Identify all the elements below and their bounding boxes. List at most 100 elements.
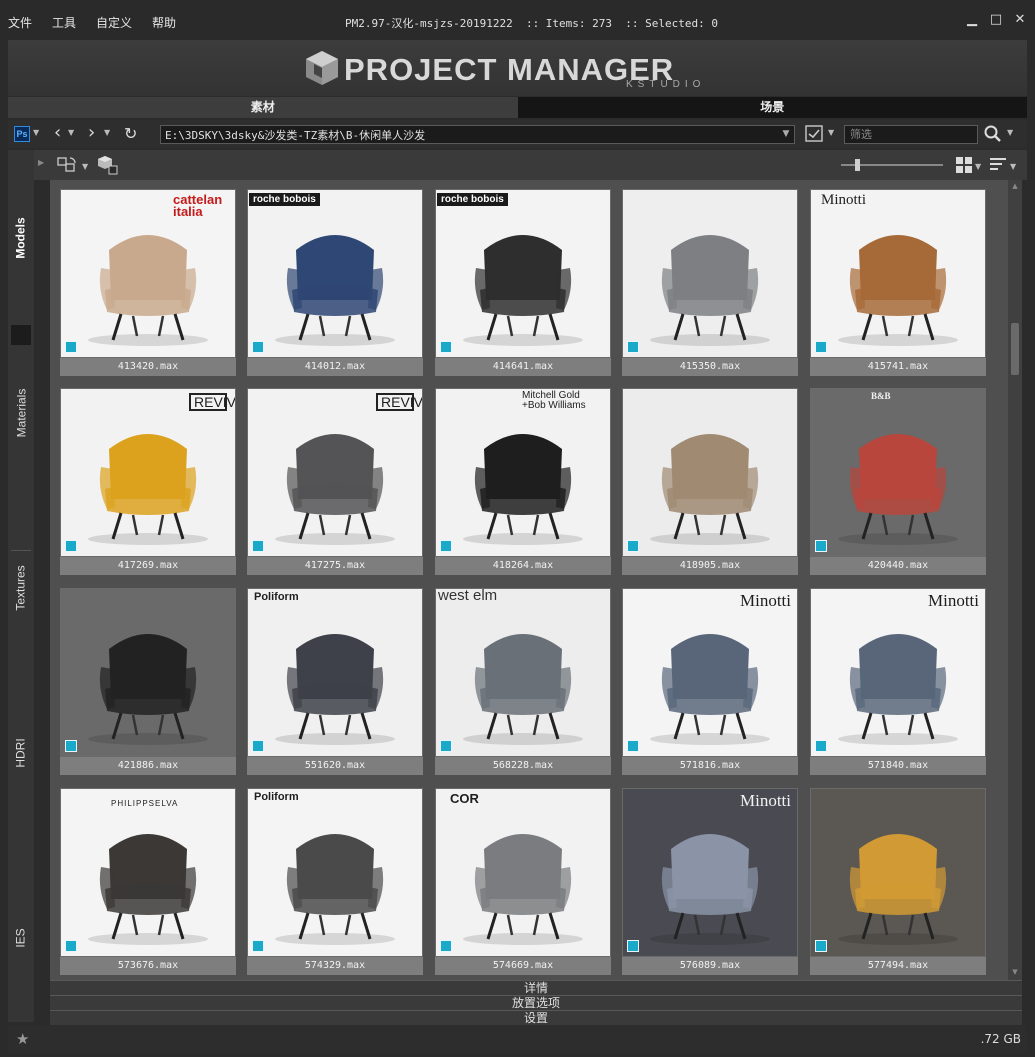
3dsmax-file-icon [65, 940, 77, 952]
model-filename: 571840.max [810, 757, 986, 775]
brand-logo: Minotti [739, 591, 791, 610]
chevron-down-icon[interactable]: ▼ [68, 128, 74, 137]
chevron-down-icon[interactable]: ▼ [33, 128, 39, 137]
model-card[interactable]: REVIVE 417269.max [60, 388, 236, 575]
model-thumbnail[interactable] [811, 789, 985, 956]
close-icon[interactable]: ✕ [1013, 12, 1027, 28]
tab-assets[interactable]: 素材 [8, 97, 518, 118]
model-thumbnail[interactable]: COR [436, 789, 610, 956]
model-card[interactable]: 421886.max [60, 588, 236, 775]
sidebar-item-materials[interactable]: Materials [8, 365, 34, 461]
sidebar-item-hdri[interactable]: HDRI [8, 705, 34, 801]
model-card[interactable]: Minotti 571816.max [622, 588, 798, 775]
model-thumbnail[interactable]: Minotti [623, 789, 797, 956]
model-filename: 421886.max [60, 757, 236, 775]
sidebar-item-ies[interactable]: IES [8, 890, 34, 986]
model-thumbnail[interactable] [623, 190, 797, 357]
cube-icon[interactable] [97, 154, 119, 176]
chair-image [650, 634, 770, 745]
model-card[interactable]: Minotti 415741.max [810, 189, 986, 376]
settings-panel-header[interactable]: 设置 [50, 1010, 1022, 1025]
model-thumbnail[interactable]: PHILIPPSELVA [61, 789, 235, 956]
3dsmax-file-icon [65, 740, 77, 752]
model-filename: 551620.max [247, 757, 423, 775]
model-thumbnail[interactable]: Minotti [811, 589, 985, 756]
model-thumbnail[interactable]: REVIVE [248, 389, 422, 556]
filter-input[interactable] [844, 125, 978, 144]
scroll-up-icon[interactable]: ▲ [1010, 182, 1020, 192]
model-card[interactable]: 577494.max [810, 788, 986, 975]
model-thumbnail[interactable]: west elm [436, 589, 610, 756]
model-filename: 420440.max [810, 557, 986, 575]
model-card[interactable]: cattelan italia 413420.max [60, 189, 236, 376]
model-thumbnail[interactable]: Minotti [623, 589, 797, 756]
chevron-down-icon[interactable]: ▼ [1007, 128, 1013, 137]
path-dropdown-icon[interactable]: ▼ [778, 126, 794, 143]
model-card[interactable]: Minotti 576089.max [622, 788, 798, 975]
model-card[interactable]: roche bobois 414641.max [435, 189, 611, 376]
model-card[interactable]: Poliform 574329.max [247, 788, 423, 975]
3dsmax-file-icon [440, 740, 452, 752]
sync-icon[interactable] [56, 155, 78, 175]
menu-customize[interactable]: 自定义 [96, 14, 132, 31]
model-thumbnail[interactable]: roche bobois [248, 190, 422, 357]
search-icon[interactable] [983, 124, 1003, 144]
menu-file[interactable]: 文件 [8, 14, 32, 31]
model-card[interactable]: COR 574669.max [435, 788, 611, 975]
model-thumbnail[interactable]: roche bobois [436, 190, 610, 357]
chair-image [275, 434, 395, 545]
scrollbar-thumb[interactable] [1011, 323, 1019, 375]
model-card[interactable]: PHILIPPSELVA 573676.max [60, 788, 236, 975]
model-thumbnail[interactable]: REVIVE [61, 389, 235, 556]
model-card[interactable]: Mitchell Gold +Bob Williams 418264.max [435, 388, 611, 575]
menu-help[interactable]: 帮助 [152, 14, 176, 31]
sort-icon[interactable] [990, 157, 1006, 173]
3dsmax-file-icon [252, 940, 264, 952]
filter-options-icon[interactable] [805, 125, 825, 143]
maximize-icon[interactable]: □ [989, 12, 1003, 28]
tab-scenes[interactable]: 场景 [517, 97, 1027, 118]
back-icon[interactable]: ‹ [54, 122, 61, 143]
chair-image [88, 434, 208, 545]
model-card[interactable]: west elm 568228.max [435, 588, 611, 775]
model-card[interactable]: Minotti 571840.max [810, 588, 986, 775]
model-card[interactable]: roche bobois 414012.max [247, 189, 423, 376]
path-input[interactable] [160, 125, 795, 144]
refresh-icon[interactable]: ↻ [124, 124, 137, 143]
model-card[interactable]: 415350.max [622, 189, 798, 376]
scroll-down-icon[interactable]: ▼ [1010, 968, 1020, 978]
model-card[interactable]: 418905.max [622, 388, 798, 575]
chevron-down-icon[interactable]: ▼ [975, 162, 981, 171]
vertical-scrollbar[interactable]: ▲ ▼ [1008, 180, 1022, 980]
model-thumbnail[interactable]: Poliform [248, 589, 422, 756]
model-card[interactable]: Poliform 551620.max [247, 588, 423, 775]
model-thumbnail[interactable]: cattelan italia [61, 190, 235, 357]
menu-tools[interactable]: 工具 [52, 14, 76, 31]
chevron-down-icon[interactable]: ▼ [828, 128, 834, 137]
chevron-down-icon[interactable]: ▼ [104, 128, 110, 137]
model-thumbnail[interactable] [61, 589, 235, 756]
collapse-arrow-icon[interactable]: ▶ [38, 158, 44, 167]
brand-logo: Minotti [821, 192, 867, 208]
minimize-icon[interactable]: ▁ [965, 12, 979, 28]
thumbnail-size-slider[interactable] [839, 158, 945, 172]
grid-view-icon[interactable] [956, 157, 972, 173]
placement-options-panel-header[interactable]: 放置选项 [50, 995, 1022, 1010]
model-thumbnail[interactable]: Minotti [811, 190, 985, 357]
model-thumbnail[interactable]: B&B [811, 389, 985, 556]
model-card[interactable]: B&B 420440.max [810, 388, 986, 575]
sidebar-item-models[interactable]: Models [8, 190, 34, 286]
chevron-down-icon[interactable]: ▼ [1010, 162, 1016, 171]
model-thumbnail[interactable]: Poliform [248, 789, 422, 956]
details-panel-header[interactable]: 详情 [50, 980, 1022, 995]
photoshop-icon[interactable]: Ps [14, 126, 30, 142]
brand-logo: REVIVE [376, 393, 422, 411]
chevron-down-icon[interactable]: ▼ [82, 162, 88, 171]
model-card[interactable]: REVIVE 417275.max [247, 388, 423, 575]
sidebar-item-textures[interactable]: Textures [8, 540, 34, 636]
model-thumbnail[interactable] [623, 389, 797, 556]
model-thumbnail[interactable]: Mitchell Gold +Bob Williams [436, 389, 610, 556]
forward-icon[interactable]: › [88, 122, 95, 143]
brand-logo: roche bobois [249, 193, 320, 206]
star-icon[interactable]: ★ [16, 1030, 29, 1048]
